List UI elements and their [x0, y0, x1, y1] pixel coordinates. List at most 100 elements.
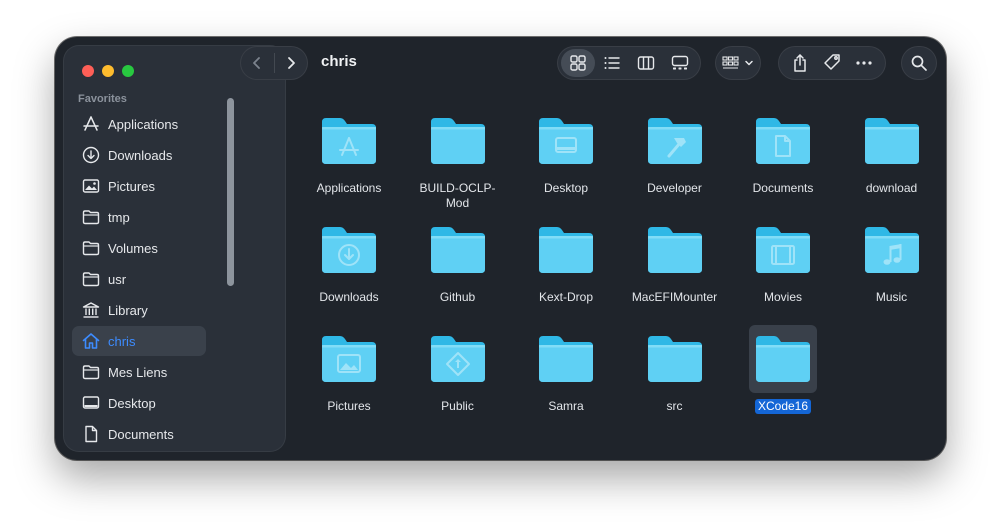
library-icon [81, 300, 101, 320]
folder-name: Public [441, 399, 474, 413]
folder-icon [641, 325, 709, 393]
more-icon[interactable] [855, 60, 873, 66]
folder-item[interactable]: Github [410, 216, 506, 305]
chevron-down-icon [745, 60, 753, 66]
chevron-left-icon [253, 57, 261, 69]
folder-icon [641, 216, 709, 284]
sidebar-item-label: usr [108, 271, 127, 287]
search-button[interactable] [901, 46, 937, 80]
folder-item[interactable]: src [627, 325, 723, 414]
sidebar-item-volumes[interactable]: Volumes [72, 233, 206, 263]
icon-view-button[interactable] [561, 49, 595, 77]
gallery-icon [671, 55, 689, 70]
folder-item[interactable]: MacEFIMounter [627, 216, 723, 305]
document-icon [81, 424, 101, 444]
folder-item[interactable]: Movies [735, 216, 831, 305]
folder-icon [315, 107, 383, 175]
favorites-section-title: Favorites [78, 93, 127, 105]
applications-icon [81, 114, 101, 134]
folder-name: Samra [548, 399, 584, 413]
folder-item[interactable]: Developer [627, 107, 723, 196]
folder-item[interactable]: Applications [301, 107, 397, 196]
folder-icon [81, 207, 101, 227]
group-grid-icon [722, 56, 739, 69]
sidebar-item-label: Library [108, 302, 148, 318]
columns-icon [637, 56, 655, 70]
sidebar-item-usr[interactable]: usr [72, 264, 206, 294]
sidebar-item-pictures[interactable]: Pictures [72, 171, 206, 201]
folder-item[interactable]: Samra [518, 325, 614, 414]
folder-name: Developer [647, 181, 702, 195]
back-button[interactable] [241, 46, 274, 80]
file-grid: Applications BUILD-OCLP- Mod Desktop Develo… [295, 97, 946, 460]
download-circle-icon [81, 145, 101, 165]
folder-name: Downloads [319, 290, 379, 304]
folder-icon [532, 216, 600, 284]
tag-icon[interactable] [822, 53, 842, 73]
photo-icon [81, 176, 101, 196]
navigation-group [240, 46, 308, 80]
folder-icon [532, 107, 600, 175]
folder-item[interactable]: Music [844, 216, 940, 305]
share-icon[interactable] [791, 53, 809, 73]
sidebar-item-tmp[interactable]: tmp [72, 202, 206, 232]
folder-icon [749, 216, 817, 284]
close-window-button[interactable] [82, 65, 94, 77]
sidebar-item-label: chris [108, 333, 136, 349]
list-icon [604, 57, 620, 69]
list-view-button[interactable] [595, 49, 629, 77]
folder-name: XCode16 [754, 399, 812, 414]
gallery-view-button[interactable] [663, 49, 697, 77]
folder-icon [315, 216, 383, 284]
folder-name: BUILD-OCLP- Mod [419, 181, 496, 210]
folder-item[interactable]: BUILD-OCLP- Mod [410, 107, 506, 211]
folder-name: src [666, 399, 683, 413]
group-by-button[interactable] [715, 46, 761, 80]
desktop-icon [81, 393, 101, 413]
folder-icon [315, 325, 383, 393]
folder-icon [81, 362, 101, 382]
folder-name: download [865, 181, 918, 195]
home-icon [81, 331, 101, 351]
folder-icon [532, 325, 600, 393]
sidebar-item-desktop[interactable]: Desktop [72, 388, 206, 418]
folder-name: MacEFIMounter [631, 290, 718, 304]
sidebar-item-label: Mes Liens [108, 364, 168, 380]
folder-item[interactable]: Desktop [518, 107, 614, 196]
sidebar-item-chris[interactable]: chris [72, 326, 206, 356]
folder-item[interactable]: download [844, 107, 940, 196]
sidebar-item-library[interactable]: Library [72, 295, 206, 325]
window-title: chris [321, 53, 357, 70]
folder-name: Kext-Drop [538, 290, 594, 304]
folder-item[interactable]: Kext-Drop [518, 216, 614, 305]
sidebar-item-label: Applications [108, 116, 179, 132]
folder-icon [749, 325, 817, 393]
sidebar-item-label: tmp [108, 209, 130, 225]
sidebar-item-mes-liens[interactable]: Mes Liens [72, 357, 206, 387]
folder-icon [81, 238, 101, 258]
sidebar-item-downloads[interactable]: Downloads [72, 140, 206, 170]
sidebar: Favorites Applications Downloads Pictures t… [63, 45, 286, 452]
folder-name: Pictures [327, 399, 371, 413]
folder-icon [749, 107, 817, 175]
sidebar-item-label: Documents [108, 426, 174, 442]
folder-icon [858, 107, 926, 175]
folder-item[interactable]: Documents [735, 107, 831, 196]
sidebar-scrollbar[interactable] [227, 98, 234, 286]
folder-icon [424, 216, 492, 284]
folder-item[interactable]: Public [410, 325, 506, 414]
minimize-window-button[interactable] [102, 65, 114, 77]
folder-name: Movies [763, 290, 802, 304]
zoom-window-button[interactable] [122, 65, 134, 77]
folder-icon [641, 107, 709, 175]
sidebar-item-documents[interactable]: Documents [72, 419, 206, 449]
folder-name: Music [875, 290, 908, 304]
folder-item[interactable]: Pictures [301, 325, 397, 414]
folder-item[interactable]: Downloads [301, 216, 397, 305]
forward-button[interactable] [274, 46, 307, 80]
grid-icon [570, 55, 586, 71]
column-view-button[interactable] [629, 49, 663, 77]
folder-item[interactable]: XCode16 [735, 325, 831, 414]
sidebar-item-applications[interactable]: Applications [72, 109, 206, 139]
folder-icon [424, 107, 492, 175]
